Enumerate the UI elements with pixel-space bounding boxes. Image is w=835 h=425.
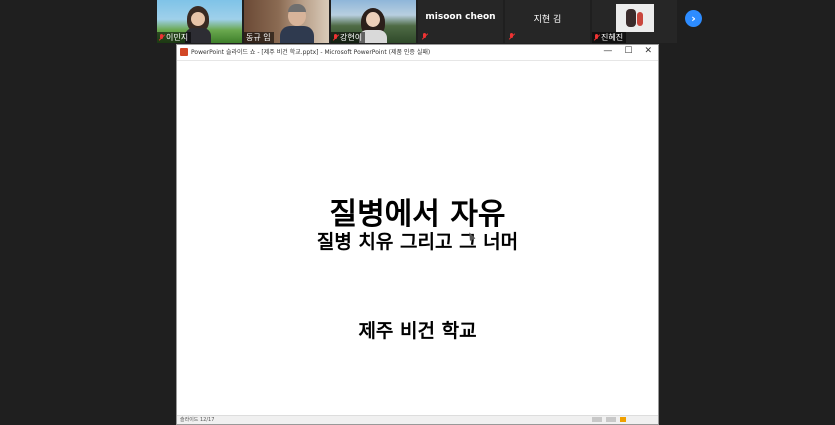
mic-muted-icon bbox=[333, 34, 338, 41]
powerpoint-window: PowerPoint 슬라이드 쇼 - [제주 비건 학교.pptx] - Mi… bbox=[176, 44, 659, 425]
powerpoint-icon bbox=[180, 48, 188, 56]
status-icons[interactable] bbox=[592, 417, 652, 422]
mic-muted-icon bbox=[159, 34, 164, 41]
participant-tile[interactable]: 지현 김 bbox=[505, 0, 590, 43]
chevron-right-icon[interactable]: › bbox=[685, 10, 702, 27]
window-title: PowerPoint 슬라이드 쇼 - [제주 비건 학교.pptx] - Mi… bbox=[191, 49, 431, 56]
participant-tile[interactable]: misoon cheon bbox=[418, 0, 503, 43]
participant-name: 진혜진 bbox=[601, 33, 624, 42]
participant-tile[interactable]: 진혜진 bbox=[592, 0, 677, 43]
participant-tile[interactable]: 이민지 bbox=[157, 0, 242, 43]
participant-name-tag: 이민지 bbox=[157, 32, 192, 43]
window-titlebar: PowerPoint 슬라이드 쇼 - [제주 비건 학교.pptx] - Mi… bbox=[177, 45, 658, 61]
mic-muted-icon bbox=[422, 33, 427, 40]
close-button[interactable]: ✕ bbox=[644, 46, 652, 56]
slide-footer-text: 제주 비건 학교 bbox=[358, 320, 477, 342]
slide-counter: 슬라이드 12/17 bbox=[180, 417, 215, 423]
minimize-button[interactable]: — bbox=[603, 46, 612, 56]
participant-tile[interactable]: 강현이 bbox=[331, 0, 416, 43]
slide-canvas[interactable]: 질병에서 자유 질병 치유 그리고 그 너머 제주 비건 학교 bbox=[177, 61, 658, 416]
maximize-button[interactable]: ☐ bbox=[624, 46, 632, 56]
slide-subtitle: 질병 치유 그리고 그 너머 bbox=[316, 231, 519, 253]
participant-name-tag: 동규 임 bbox=[244, 32, 274, 43]
participant-name: 지현 김 bbox=[533, 15, 562, 25]
mic-muted-icon bbox=[594, 34, 599, 41]
participant-name-tag: 강현이 bbox=[331, 32, 366, 43]
status-bar: 슬라이드 12/17 bbox=[177, 415, 658, 424]
participant-name-tag: 진혜진 bbox=[592, 32, 627, 43]
participant-name: 이민지 bbox=[166, 33, 189, 42]
participant-tile[interactable]: 동규 임 bbox=[244, 0, 329, 43]
mic-muted-icon bbox=[509, 33, 514, 40]
participant-name: misoon cheon bbox=[425, 12, 496, 22]
participant-name: 동규 임 bbox=[246, 33, 271, 42]
participant-name: 강현이 bbox=[340, 33, 363, 42]
participant-strip: 이민지 동규 임 강현이 misoon cheon 지현 김 진혜진 › bbox=[0, 0, 835, 43]
